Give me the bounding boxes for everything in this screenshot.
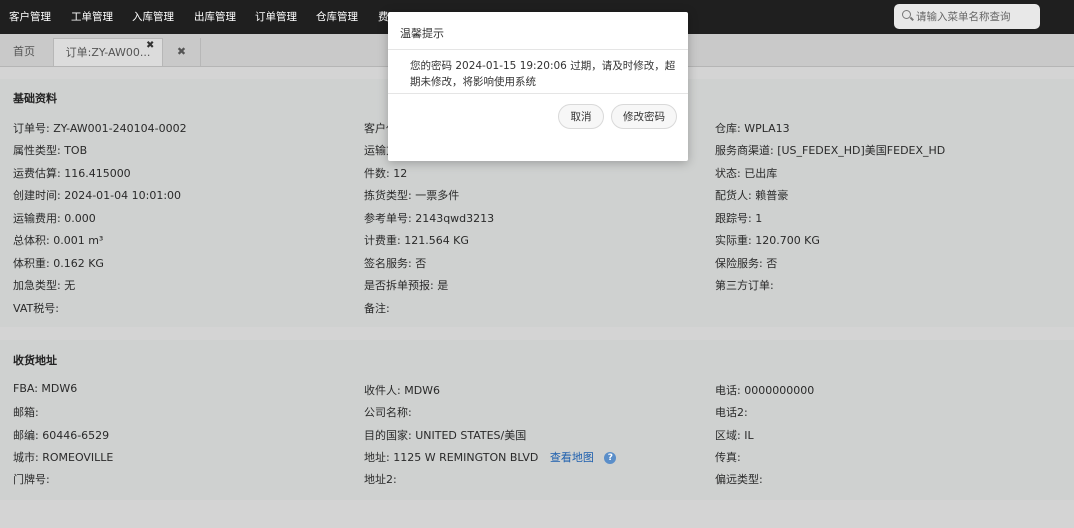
nav-warehouse[interactable]: 仓库管理 xyxy=(316,0,358,34)
dialog-message: 您的密码 2024-01-15 19:20:06 过期，请及时修改，超期未修改，… xyxy=(410,60,676,88)
street-address: 地址: 1125 W REMINGTON BLVD 查看地图 ? xyxy=(364,449,617,465)
phone: 电话: 0000000000 xyxy=(715,384,815,397)
fax: 传真: xyxy=(715,451,741,464)
menu-search-input[interactable] xyxy=(916,4,1036,29)
company-name: 公司名称: xyxy=(364,406,412,419)
vat-no: VAT税号: xyxy=(13,302,59,315)
destination-country: 目的国家: UNITED STATES/美国 xyxy=(364,429,527,442)
menu-search[interactable] xyxy=(894,4,1040,29)
region: 区域: IL xyxy=(715,429,754,442)
street-address-text: 地址: 1125 W REMINGTON BLVD xyxy=(364,451,539,464)
fba-code: FBA: MDW6 xyxy=(13,382,78,395)
help-icon[interactable]: ? xyxy=(604,452,617,464)
nav-inbound[interactable]: 入库管理 xyxy=(132,0,174,34)
close-all-tabs-icon[interactable]: ✖ xyxy=(163,38,201,66)
actual-weight: 实际重: 120.700 KG xyxy=(715,234,820,247)
search-icon xyxy=(902,10,911,19)
tab-close-icon[interactable]: ✖ xyxy=(146,41,154,51)
phone-2: 电话2: xyxy=(715,406,748,419)
volume-weight: 体积重: 0.162 KG xyxy=(13,257,104,270)
dialog-title: 温馨提示 xyxy=(400,27,444,40)
dialog-footer-divider xyxy=(388,93,688,94)
reference-no: 参考单号: 2143qwd3213 xyxy=(364,212,495,225)
view-map-link[interactable]: 查看地图 xyxy=(550,451,594,464)
city: 城市: ROMEOVILLE xyxy=(13,451,114,464)
nav-order[interactable]: 订单管理 xyxy=(255,0,297,34)
cancel-button[interactable]: 取消 xyxy=(558,104,604,129)
picking-type: 拣货类型: 一票多件 xyxy=(364,189,460,202)
remote-type: 偏远类型: xyxy=(715,473,763,486)
signature-service: 签名服务: 否 xyxy=(364,257,427,270)
insurance-service: 保险服务: 否 xyxy=(715,257,778,270)
create-time: 创建时间: 2024-01-04 10:01:00 xyxy=(13,189,182,202)
dialog-divider xyxy=(388,49,688,50)
nav-outbound[interactable]: 出库管理 xyxy=(194,0,236,34)
postal-code: 邮编: 60446-6529 xyxy=(13,429,110,442)
tab-order-detail[interactable]: 订单:ZY-AW00... ✖ xyxy=(53,38,163,66)
nav-customer[interactable]: 客户管理 xyxy=(9,0,51,34)
fee-estimate: 运费估算: 116.415000 xyxy=(13,167,131,180)
property-type: 属性类型: TOB xyxy=(13,144,88,157)
split-forecast: 是否拆单预报: 是 xyxy=(364,279,449,292)
service-channel: 服务商渠道: [US_FEDEX_HD]美国FEDEX_HD xyxy=(715,144,946,157)
address-section: 收货地址 FBA: MDW6 收件人: MDW6 电话: 0000000000 … xyxy=(0,340,1074,500)
warehouse: 仓库: WPLA13 xyxy=(715,122,790,135)
email: 邮箱: xyxy=(13,406,39,419)
nav-workorder[interactable]: 工单管理 xyxy=(71,0,113,34)
nav-fee[interactable]: 费 xyxy=(378,0,389,34)
shipping-cost: 运输费用: 0.000 xyxy=(13,212,96,225)
picker: 配货人: 赖普豪 xyxy=(715,189,789,202)
urgent-type: 加急类型: 无 xyxy=(13,279,76,292)
tracking-no: 跟踪号: 1 xyxy=(715,212,763,225)
billing-weight: 计费重: 121.564 KG xyxy=(364,234,469,247)
remark: 备注: xyxy=(364,302,390,315)
piece-count: 件数: 12 xyxy=(364,167,408,180)
address-title: 收货地址 xyxy=(13,354,57,367)
password-expiry-dialog: 温馨提示 您的密码 2024-01-15 19:20:06 过期，请及时修改，超… xyxy=(388,12,688,161)
recipient: 收件人: MDW6 xyxy=(364,384,441,397)
basic-info-title: 基础资料 xyxy=(13,92,57,105)
tab-order-label: 订单:ZY-AW00... xyxy=(65,46,151,59)
house-number: 门牌号: xyxy=(13,473,50,486)
change-password-button[interactable]: 修改密码 xyxy=(611,104,677,129)
order-no: 订单号: ZY-AW001-240104-0002 xyxy=(13,122,187,135)
total-volume: 总体积: 0.001 m³ xyxy=(13,234,104,247)
tab-home[interactable]: 首页 xyxy=(0,38,48,66)
address-2: 地址2: xyxy=(364,473,397,486)
third-party-order: 第三方订单: xyxy=(715,279,774,292)
order-status: 状态: 已出库 xyxy=(715,167,778,180)
